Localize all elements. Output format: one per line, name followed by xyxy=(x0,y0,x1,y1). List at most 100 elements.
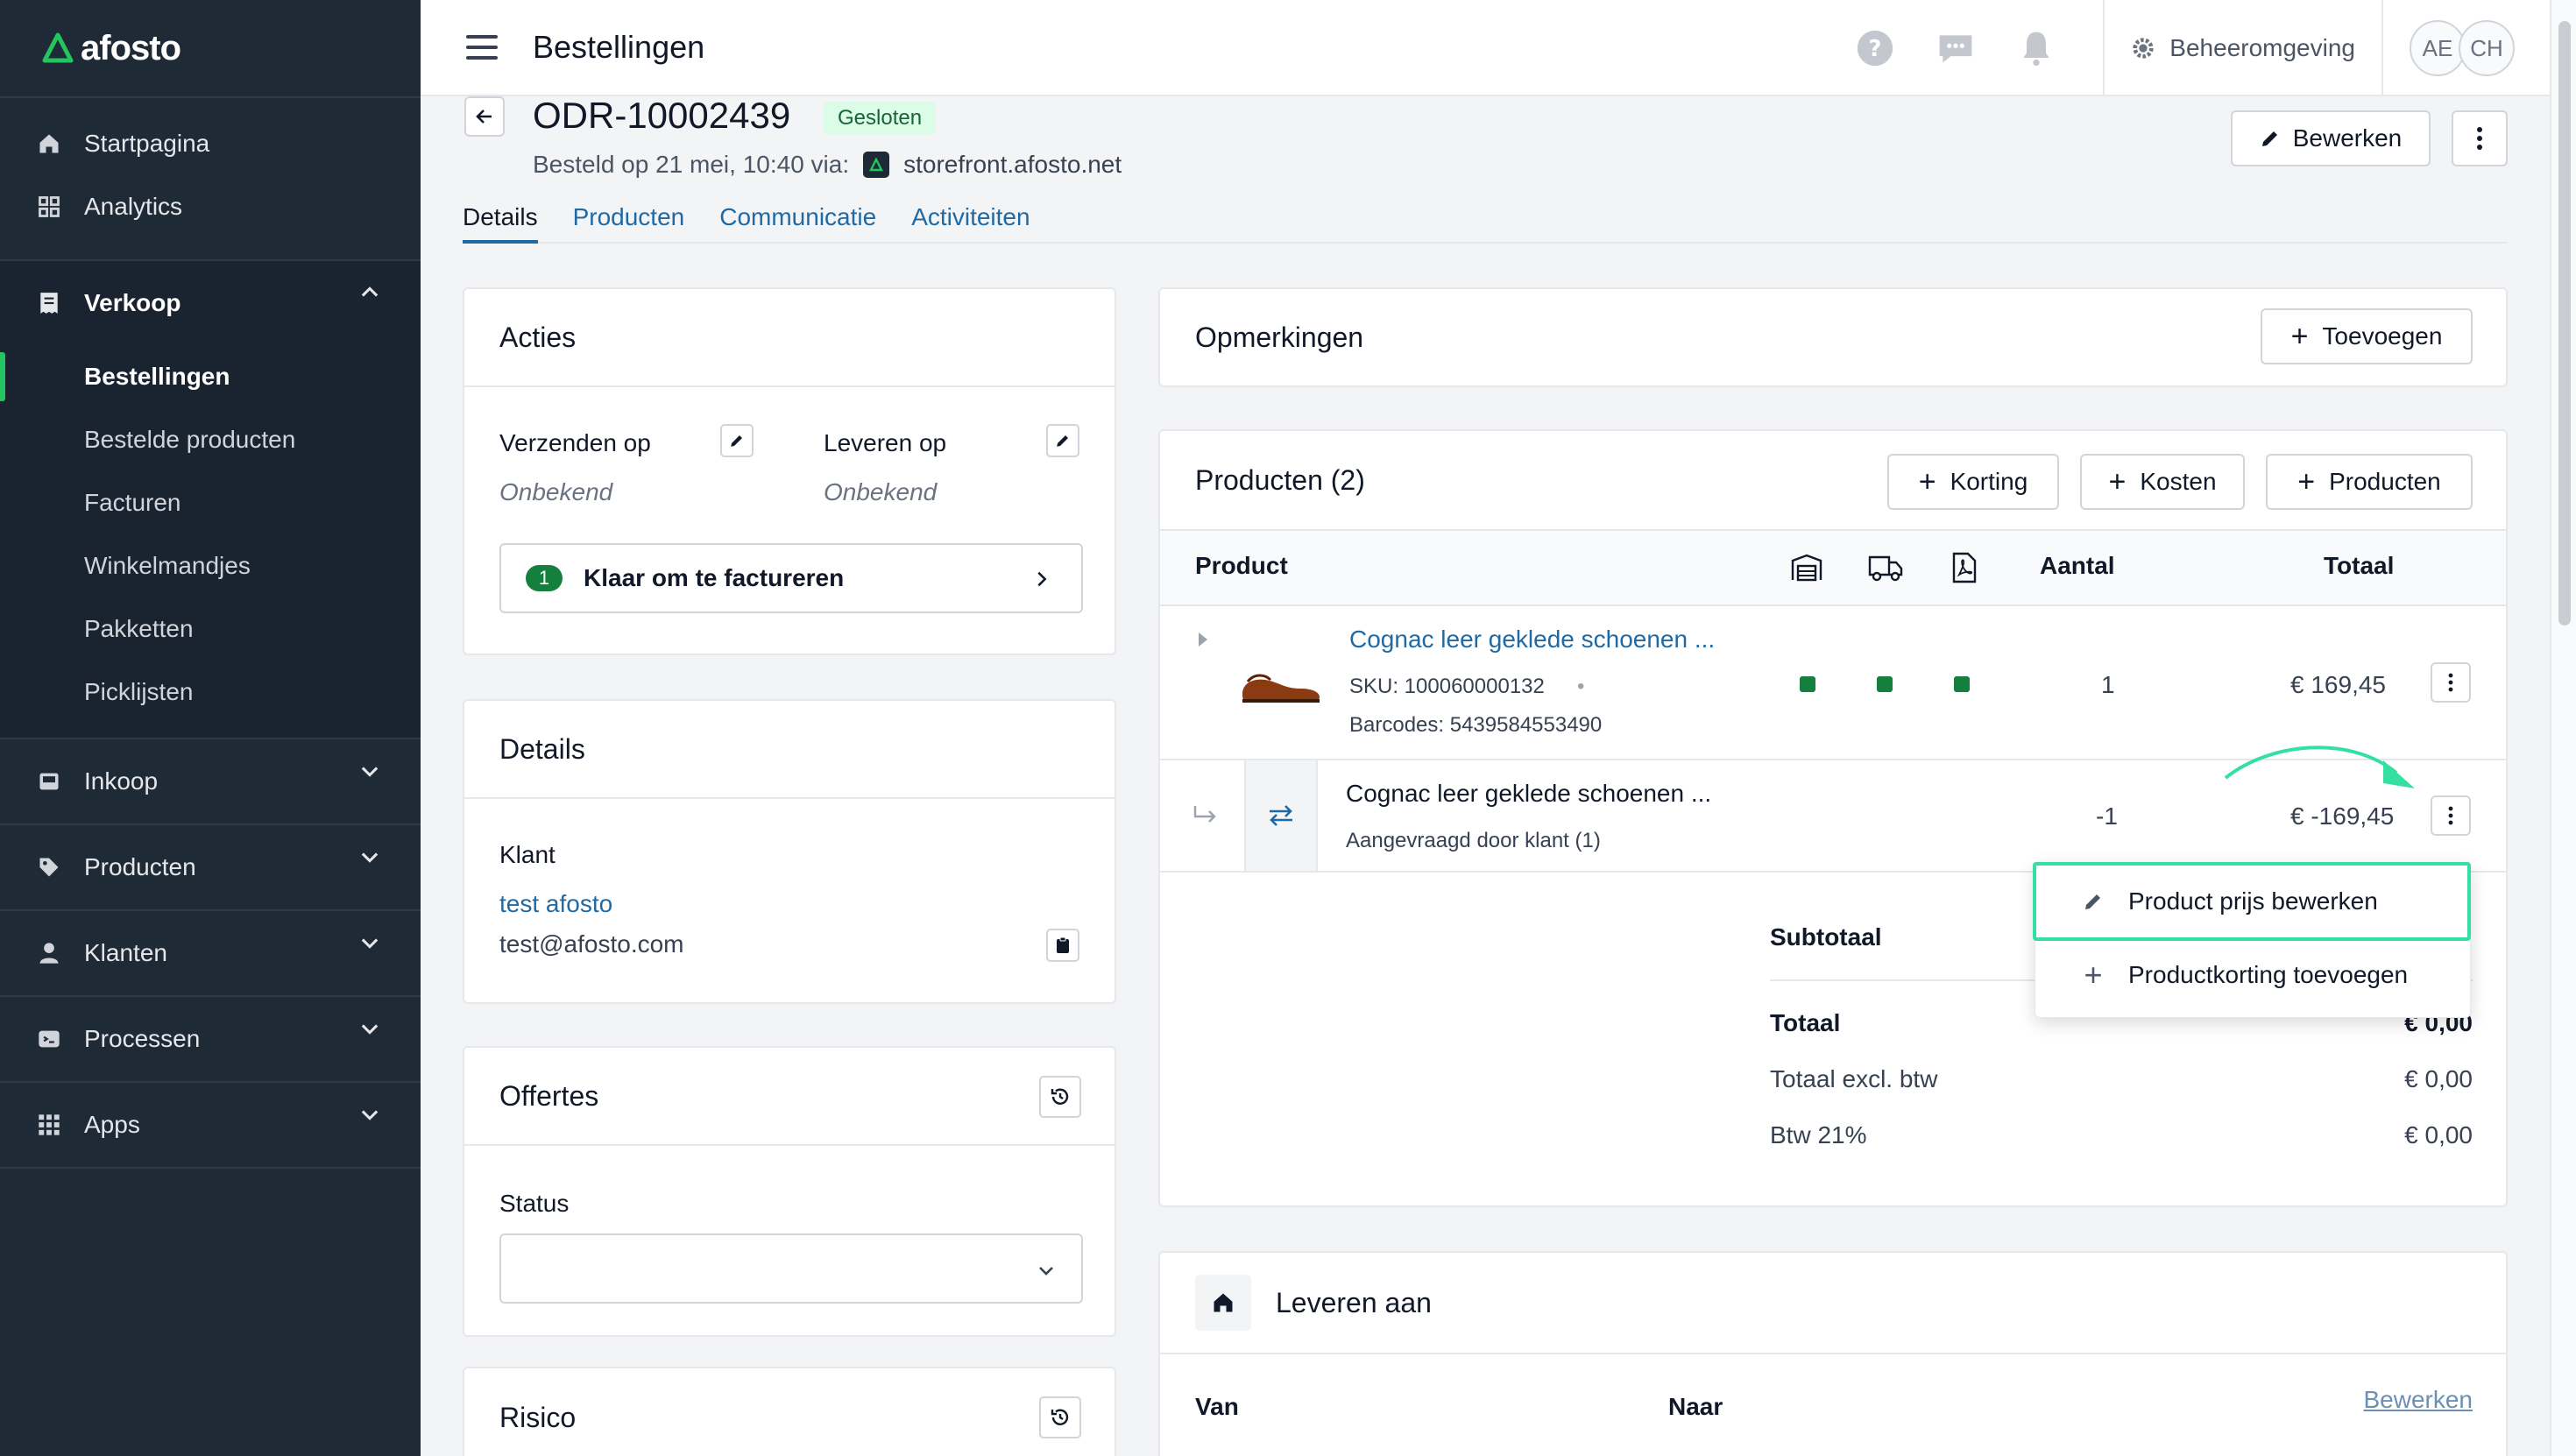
chevron-down-icon xyxy=(361,852,379,863)
tab-producten[interactable]: Producten xyxy=(573,203,685,244)
product-sku: SKU: 100060000132 xyxy=(1349,675,1545,698)
history-button[interactable] xyxy=(1039,1076,1081,1118)
invoice-step-button[interactable]: 1 Klaar om te factureren xyxy=(499,543,1083,613)
tag-icon xyxy=(35,853,63,881)
avatar[interactable]: CH xyxy=(2459,20,2515,76)
ship-value: Onbekend xyxy=(499,478,613,505)
card-title: Offertes xyxy=(499,1079,599,1112)
scrollbar[interactable] xyxy=(2550,0,2576,1456)
van-label: Van xyxy=(1195,1393,1239,1420)
product-name: Cognac leer geklede schoenen ... xyxy=(1346,780,1712,807)
edit-address-link[interactable]: Bewerken xyxy=(2363,1386,2473,1414)
back-button[interactable] xyxy=(464,96,505,137)
product-barcodes: Barcodes: 5439584553490 xyxy=(1349,713,1603,737)
product-total: € -169,45 xyxy=(2290,802,2395,830)
more-options-button[interactable] xyxy=(2452,110,2508,166)
add-kosten-button[interactable]: + Kosten xyxy=(2080,454,2245,510)
col-totaal: Totaal xyxy=(2324,552,2395,579)
chevron-down-icon xyxy=(361,1024,379,1035)
truck-icon xyxy=(1868,555,1903,582)
menu-item-add-discount[interactable]: + Productkorting toevoegen xyxy=(2035,938,2472,1012)
btw-label: Btw 21% xyxy=(1770,1121,1867,1149)
edit-deliver-date-button[interactable] xyxy=(1046,424,1079,457)
sidebar-item-label: Inkoop xyxy=(84,767,159,795)
help-icon[interactable]: ? xyxy=(1856,29,1894,67)
add-korting-button[interactable]: + Korting xyxy=(1887,454,2059,510)
add-korting-label: Korting xyxy=(1950,468,2028,495)
home-icon-box xyxy=(1195,1275,1251,1331)
sidebar-subitem-bestellingen[interactable]: Bestellingen xyxy=(0,345,421,408)
tab-communicatie[interactable]: Communicatie xyxy=(719,203,876,244)
divider xyxy=(2103,0,2105,96)
order-id: ODR-10002439 xyxy=(533,95,791,136)
sidebar-item-startpagina[interactable]: Startpagina xyxy=(0,112,421,175)
card-title: Risico xyxy=(499,1401,577,1433)
add-note-button[interactable]: + Toevoegen xyxy=(2261,308,2473,364)
chevron-down-icon xyxy=(1039,1267,1053,1276)
sidebar-subitem-pakketten[interactable]: Pakketten xyxy=(0,597,421,661)
status-select[interactable] xyxy=(499,1233,1083,1304)
bell-icon[interactable] xyxy=(2017,29,2056,67)
inbox-icon xyxy=(35,767,63,795)
customer-label: Klant xyxy=(499,841,556,868)
grid-icon xyxy=(35,193,63,221)
sub-row-arrow-icon xyxy=(1193,806,1216,823)
plus-icon: + xyxy=(2297,465,2316,498)
home-icon xyxy=(35,130,63,158)
sidebar-item-label: Analytics xyxy=(84,193,183,220)
product-name-link[interactable]: Cognac leer geklede schoenen ... xyxy=(1349,626,1715,654)
add-producten-button[interactable]: + Producten xyxy=(2266,454,2473,510)
avatar[interactable]: AE xyxy=(2410,20,2466,76)
chevron-right-icon xyxy=(1037,571,1047,587)
customer-name-link[interactable]: test afosto xyxy=(499,890,612,918)
chat-icon[interactable] xyxy=(1936,29,1975,67)
separator-dot: • xyxy=(1577,675,1585,698)
sidebar-item-verkoop[interactable]: Verkoop xyxy=(0,261,421,345)
plus-icon: + xyxy=(2108,465,2127,498)
tab-details[interactable]: Details xyxy=(463,203,538,244)
producten-card: Producten (2) + Korting + Kosten + Produ… xyxy=(1158,429,2508,1207)
step-label: Klaar om te factureren xyxy=(584,564,845,591)
risico-card: Risico xyxy=(463,1367,1116,1456)
row-options-button[interactable] xyxy=(2431,795,2471,836)
caret-right-icon[interactable] xyxy=(1197,631,1209,648)
menu-toggle-icon[interactable] xyxy=(466,35,498,60)
store-name[interactable]: storefront.afosto.net xyxy=(903,151,1122,179)
opmerkingen-card: Opmerkingen + Toevoegen xyxy=(1158,287,2508,387)
details-card: Details Klant test afosto test@afosto.co… xyxy=(463,699,1116,1004)
apps-icon xyxy=(35,1111,63,1139)
sidebar-item-label: Klanten xyxy=(84,939,167,966)
history-button[interactable] xyxy=(1039,1396,1081,1438)
sidebar-subitem-facturen[interactable]: Facturen xyxy=(0,471,421,534)
deliver-value: Onbekend xyxy=(824,478,938,505)
pencil-icon xyxy=(731,435,742,447)
tab-activiteiten[interactable]: Activiteiten xyxy=(911,203,1030,244)
sidebar-item-inkoop[interactable]: Inkoop xyxy=(0,739,421,823)
logo[interactable]: afosto xyxy=(0,0,421,98)
sidebar-subitem-winkelmandjes[interactable]: Winkelmandjes xyxy=(0,534,421,597)
sidebar-item-analytics[interactable]: Analytics xyxy=(0,175,421,238)
beheeromgeving-link[interactable]: Beheeromgeving xyxy=(2131,34,2355,62)
sidebar-subitem-bestelde-producten[interactable]: Bestelde producten xyxy=(0,408,421,471)
order-tabs: Details Producten Communicatie Activitei… xyxy=(463,203,2508,244)
card-header: Risico xyxy=(464,1368,1115,1456)
deliver-label: Leveren op xyxy=(824,429,947,456)
card-title: Opmerkingen xyxy=(1195,321,1364,353)
sidebar-item-apps[interactable]: Apps xyxy=(0,1083,421,1167)
edit-order-button[interactable]: Bewerken xyxy=(2231,110,2431,166)
scrollbar-thumb[interactable] xyxy=(2558,21,2571,626)
shipping-status-indicator xyxy=(1877,676,1893,692)
add-note-label: Toevoegen xyxy=(2322,322,2443,350)
edit-ship-date-button[interactable] xyxy=(720,424,754,457)
row-options-button[interactable] xyxy=(2431,662,2471,703)
sidebar-item-producten[interactable]: Producten xyxy=(0,825,421,909)
sidebar-item-processen[interactable]: Processen xyxy=(0,997,421,1081)
sidebar-subitem-picklijsten[interactable]: Picklijsten xyxy=(0,661,421,724)
pencil-icon xyxy=(2261,131,2277,146)
copy-email-button[interactable] xyxy=(1046,929,1079,962)
avatar-group[interactable]: AE CH xyxy=(2410,20,2515,76)
sidebar-item-label: Verkoop xyxy=(84,289,181,316)
sidebar-item-label: Processen xyxy=(84,1025,201,1052)
arrow-left-icon xyxy=(476,110,492,124)
sidebar-item-klanten[interactable]: Klanten xyxy=(0,911,421,995)
